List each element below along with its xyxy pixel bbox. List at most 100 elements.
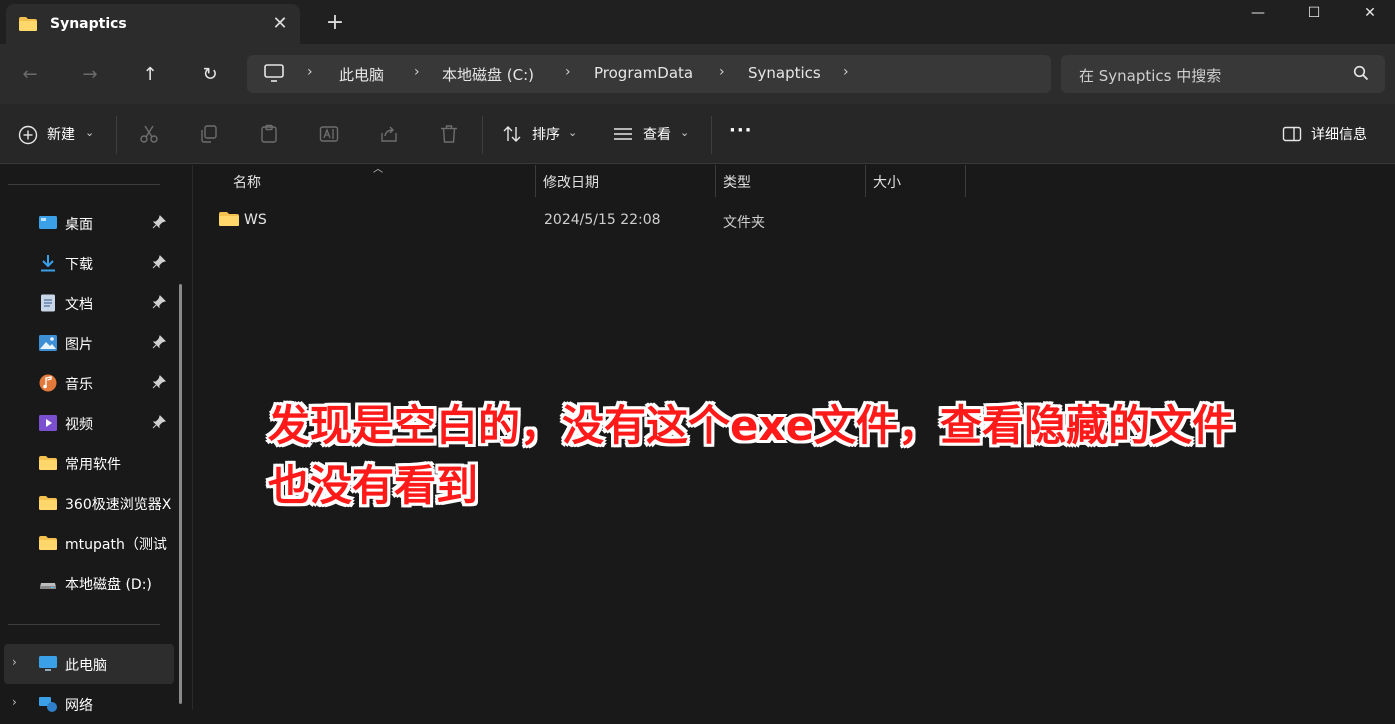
sidebar-item-label: 360极速浏览器X [65,497,171,513]
details-button[interactable]: 详细信息 [1311,124,1367,144]
sidebar-scrollbar[interactable] [179,284,182,704]
divider [482,116,483,154]
chevron-down-icon[interactable]: ⌄ [568,126,577,139]
music-icon [39,374,57,392]
view-button[interactable]: 查看 [643,124,671,144]
search-icon[interactable] [1353,65,1369,81]
paste-icon[interactable] [259,124,279,144]
download-icon [41,255,55,272]
pin-icon[interactable] [152,335,166,349]
sidebar-item-local-disk-d[interactable]: 本地磁盘 (D:) [0,563,180,603]
sidebar-item-desktop[interactable]: 桌面 [0,203,180,243]
sidebar-item-this-pc[interactable]: › 此电脑 [4,644,174,684]
breadcrumb-local-disk-c[interactable]: 本地磁盘 (C:) [442,64,534,85]
chevron-right-icon[interactable]: › [12,655,17,669]
drive-icon [40,583,56,589]
close-window-button[interactable]: ✕ [1342,0,1395,28]
refresh-button[interactable]: ↻ [197,62,223,88]
new-button[interactable]: 新建 [47,124,75,144]
sidebar-item-label: mtupath（测试 [65,537,167,553]
divider [116,116,117,154]
up-button[interactable]: ↑ [137,62,163,88]
sidebar-item-label: 常用软件 [65,457,121,473]
folder-icon [39,456,57,470]
tab-close-icon[interactable]: ✕ [268,12,292,36]
breadcrumb-programdata[interactable]: ProgramData [594,64,693,82]
copy-icon[interactable] [199,124,219,144]
this-pc-icon [39,656,57,671]
sidebar-item-documents[interactable]: 文档 [0,283,180,323]
column-divider[interactable] [535,165,536,197]
documents-icon [41,294,55,312]
pane-divider[interactable] [192,165,193,710]
chevron-down-icon[interactable]: ⌄ [85,126,94,139]
minimize-button[interactable]: — [1230,0,1286,28]
breadcrumb-separator[interactable]: › [843,64,849,80]
new-tab-button[interactable]: + [322,10,348,36]
delete-icon[interactable] [439,124,459,144]
cut-icon[interactable] [139,124,159,144]
divider [8,184,160,185]
sidebar-item-label: 网络 [65,698,93,714]
breadcrumb-synaptics[interactable]: Synaptics [748,64,821,82]
breadcrumb-this-pc[interactable]: 此电脑 [339,64,384,85]
network-icon [39,697,57,712]
sort-button[interactable]: 排序 [532,124,560,144]
pin-icon[interactable] [152,375,166,389]
videos-icon [39,415,57,431]
search-placeholder[interactable]: 在 Synaptics 中搜索 [1079,65,1221,86]
sidebar-item-network[interactable]: › 网络 [0,684,180,724]
column-divider[interactable] [965,165,966,197]
folder-icon [39,496,57,510]
share-icon[interactable] [379,124,399,144]
maximize-button[interactable]: ☐ [1286,0,1342,28]
forward-button[interactable]: → [77,62,103,88]
details-pane-icon[interactable] [1282,124,1302,144]
sidebar-item-label: 本地磁盘 (D:) [65,577,152,593]
column-divider[interactable] [715,165,716,197]
breadcrumb-separator[interactable]: › [307,64,313,80]
breadcrumb-separator[interactable]: › [414,64,420,80]
divider [8,624,160,625]
rename-icon[interactable] [319,124,339,144]
tab-synaptics[interactable]: Synaptics ✕ [6,4,300,44]
pin-icon[interactable] [152,215,166,229]
pin-icon[interactable] [152,295,166,309]
sidebar-item-label: 此电脑 [65,658,107,674]
chevron-right-icon[interactable]: › [12,695,17,709]
chevron-down-icon[interactable]: ⌄ [680,126,689,139]
breadcrumb-separator[interactable]: › [565,64,571,80]
tab-title: Synaptics [50,16,127,32]
back-button[interactable]: ← [17,62,43,88]
pictures-icon [39,335,57,351]
sidebar-item-pictures[interactable]: 图片 [0,323,180,363]
sidebar-item-mtupath[interactable]: mtupath（测试 [0,523,180,563]
pin-icon[interactable] [152,415,166,429]
folder-icon [19,17,37,31]
sidebar-item-360-browser[interactable]: 360极速浏览器X [0,483,180,523]
column-header-type[interactable]: 类型 [723,172,751,192]
sidebar-item-music[interactable]: 音乐 [0,363,180,403]
file-modified: 2024/5/15 22:08 [544,212,661,228]
annotation-text-line-1: 发现是空白的，没有这个exe文件，查看隐藏的文件 [268,401,1235,450]
column-header-modified[interactable]: 修改日期 [543,172,599,192]
sidebar-item-videos[interactable]: 视频 [0,403,180,443]
column-header-size[interactable]: 大小 [873,172,901,192]
sort-ascending-icon: ︿ [373,164,383,175]
column-header-name[interactable]: 名称 [233,172,261,192]
file-name[interactable]: WS [244,212,267,228]
divider [711,116,712,154]
sidebar-item-common-software[interactable]: 常用软件 [0,443,180,483]
file-type: 文件夹 [723,215,765,231]
view-icon[interactable] [613,124,633,144]
pin-icon[interactable] [152,255,166,269]
sidebar-item-downloads[interactable]: 下载 [0,243,180,283]
folder-icon [219,212,239,226]
more-options-button[interactable]: ··· [729,120,753,141]
add-icon[interactable] [18,125,38,145]
folder-icon [39,536,57,550]
sort-icon[interactable] [502,124,522,144]
breadcrumb-separator[interactable]: › [719,64,725,80]
monitor-icon[interactable] [263,63,285,83]
column-divider[interactable] [865,165,866,197]
